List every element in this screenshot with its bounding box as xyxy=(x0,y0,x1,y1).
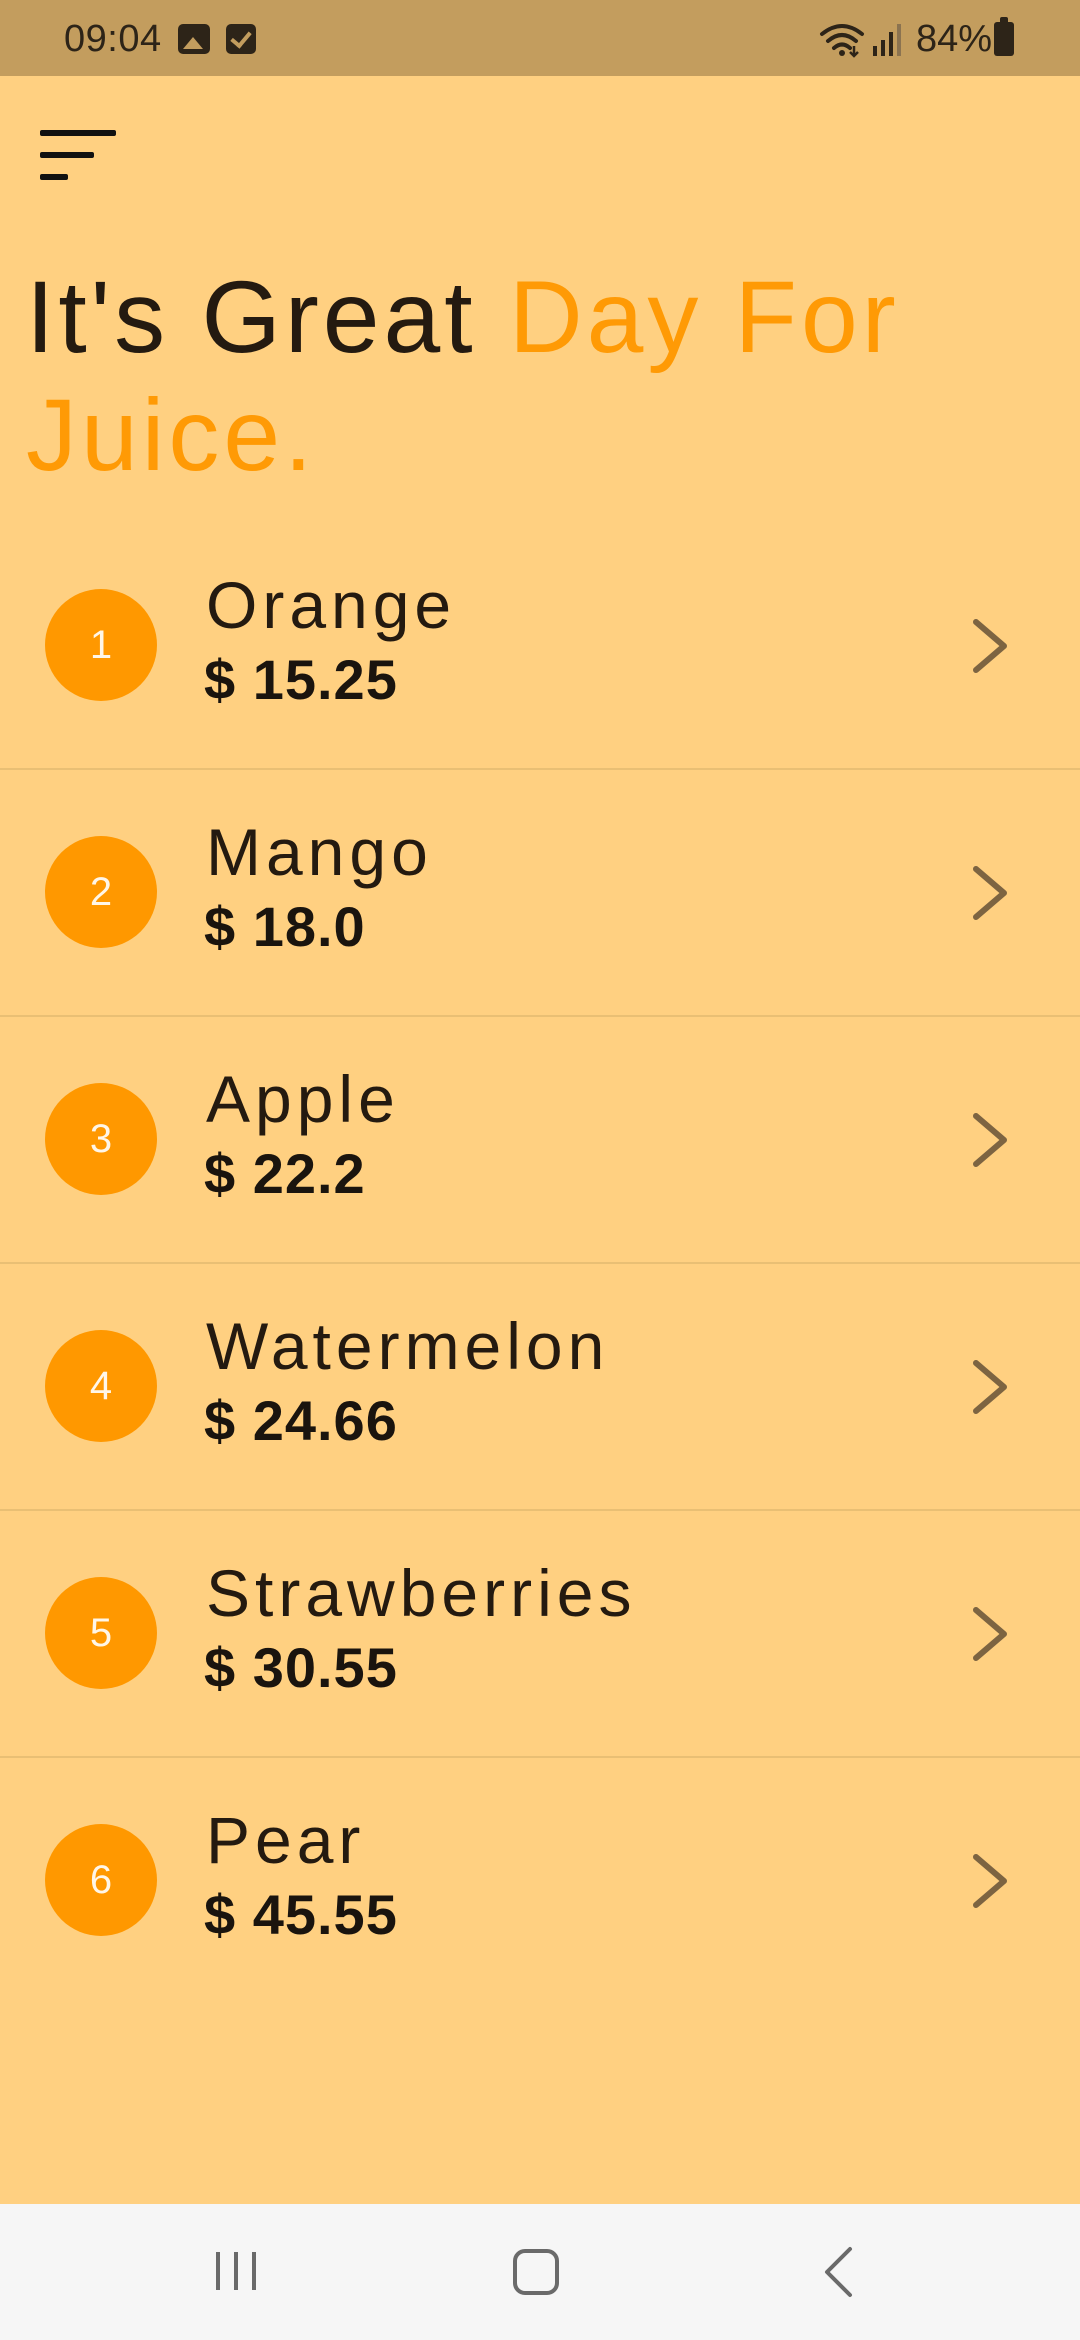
chevron-right-icon[interactable] xyxy=(968,1359,1012,1415)
juice-price: $ 45.55 xyxy=(204,1883,398,1946)
status-bar: 09:04 84% xyxy=(0,0,1080,76)
chevron-right-icon[interactable] xyxy=(968,1112,1012,1168)
list-item[interactable]: 4 Watermelon $ 24.66 xyxy=(0,1264,1080,1511)
signal-icon xyxy=(873,24,901,56)
list-item[interactable]: 1 Orange $ 15.25 xyxy=(0,523,1080,770)
item-number-badge: 4 xyxy=(45,1330,157,1442)
juice-name: Orange xyxy=(206,568,457,642)
system-navigation-bar xyxy=(0,2204,1080,2340)
battery-icon xyxy=(994,17,1014,56)
juice-price: $ 24.66 xyxy=(204,1389,398,1452)
page-title: It's Great Day For Juice. xyxy=(26,258,1046,494)
list-item[interactable]: 5 Strawberries $ 30.55 xyxy=(0,1511,1080,1758)
chevron-right-icon[interactable] xyxy=(968,1853,1012,1909)
juice-name: Pear xyxy=(206,1803,366,1877)
juice-price: $ 18.0 xyxy=(204,895,366,958)
juice-name: Mango xyxy=(206,815,433,889)
juice-list: 1 Orange $ 15.25 2 Mango $ 18.0 3 Apple … xyxy=(0,523,1080,2005)
item-number-badge: 2 xyxy=(45,836,157,948)
list-item[interactable]: 6 Pear $ 45.55 xyxy=(0,1758,1080,2005)
juice-name: Apple xyxy=(206,1062,400,1136)
chevron-right-icon[interactable] xyxy=(968,865,1012,921)
wifi-icon xyxy=(820,24,864,58)
item-number-badge: 1 xyxy=(45,589,157,701)
juice-price: $ 22.2 xyxy=(204,1142,366,1205)
juice-name: Strawberries xyxy=(206,1556,637,1630)
menu-icon[interactable] xyxy=(40,128,118,186)
juice-name: Watermelon xyxy=(206,1309,610,1383)
home-icon[interactable] xyxy=(512,2248,560,2296)
battery-percentage: 84% xyxy=(916,18,993,60)
list-item[interactable]: 3 Apple $ 22.2 xyxy=(0,1017,1080,1264)
chevron-right-icon[interactable] xyxy=(968,618,1012,674)
status-time: 09:04 xyxy=(64,18,162,60)
item-number-badge: 6 xyxy=(45,1824,157,1936)
title-dark-part: It's Great xyxy=(26,260,509,374)
image-icon xyxy=(178,24,210,54)
recents-icon[interactable] xyxy=(214,2248,258,2294)
list-item[interactable]: 2 Mango $ 18.0 xyxy=(0,770,1080,1017)
back-icon[interactable] xyxy=(822,2246,854,2298)
checkbox-icon xyxy=(226,24,256,54)
juice-price: $ 30.55 xyxy=(204,1636,398,1699)
chevron-right-icon[interactable] xyxy=(968,1606,1012,1662)
juice-price: $ 15.25 xyxy=(204,648,398,711)
item-number-badge: 3 xyxy=(45,1083,157,1195)
item-number-badge: 5 xyxy=(45,1577,157,1689)
